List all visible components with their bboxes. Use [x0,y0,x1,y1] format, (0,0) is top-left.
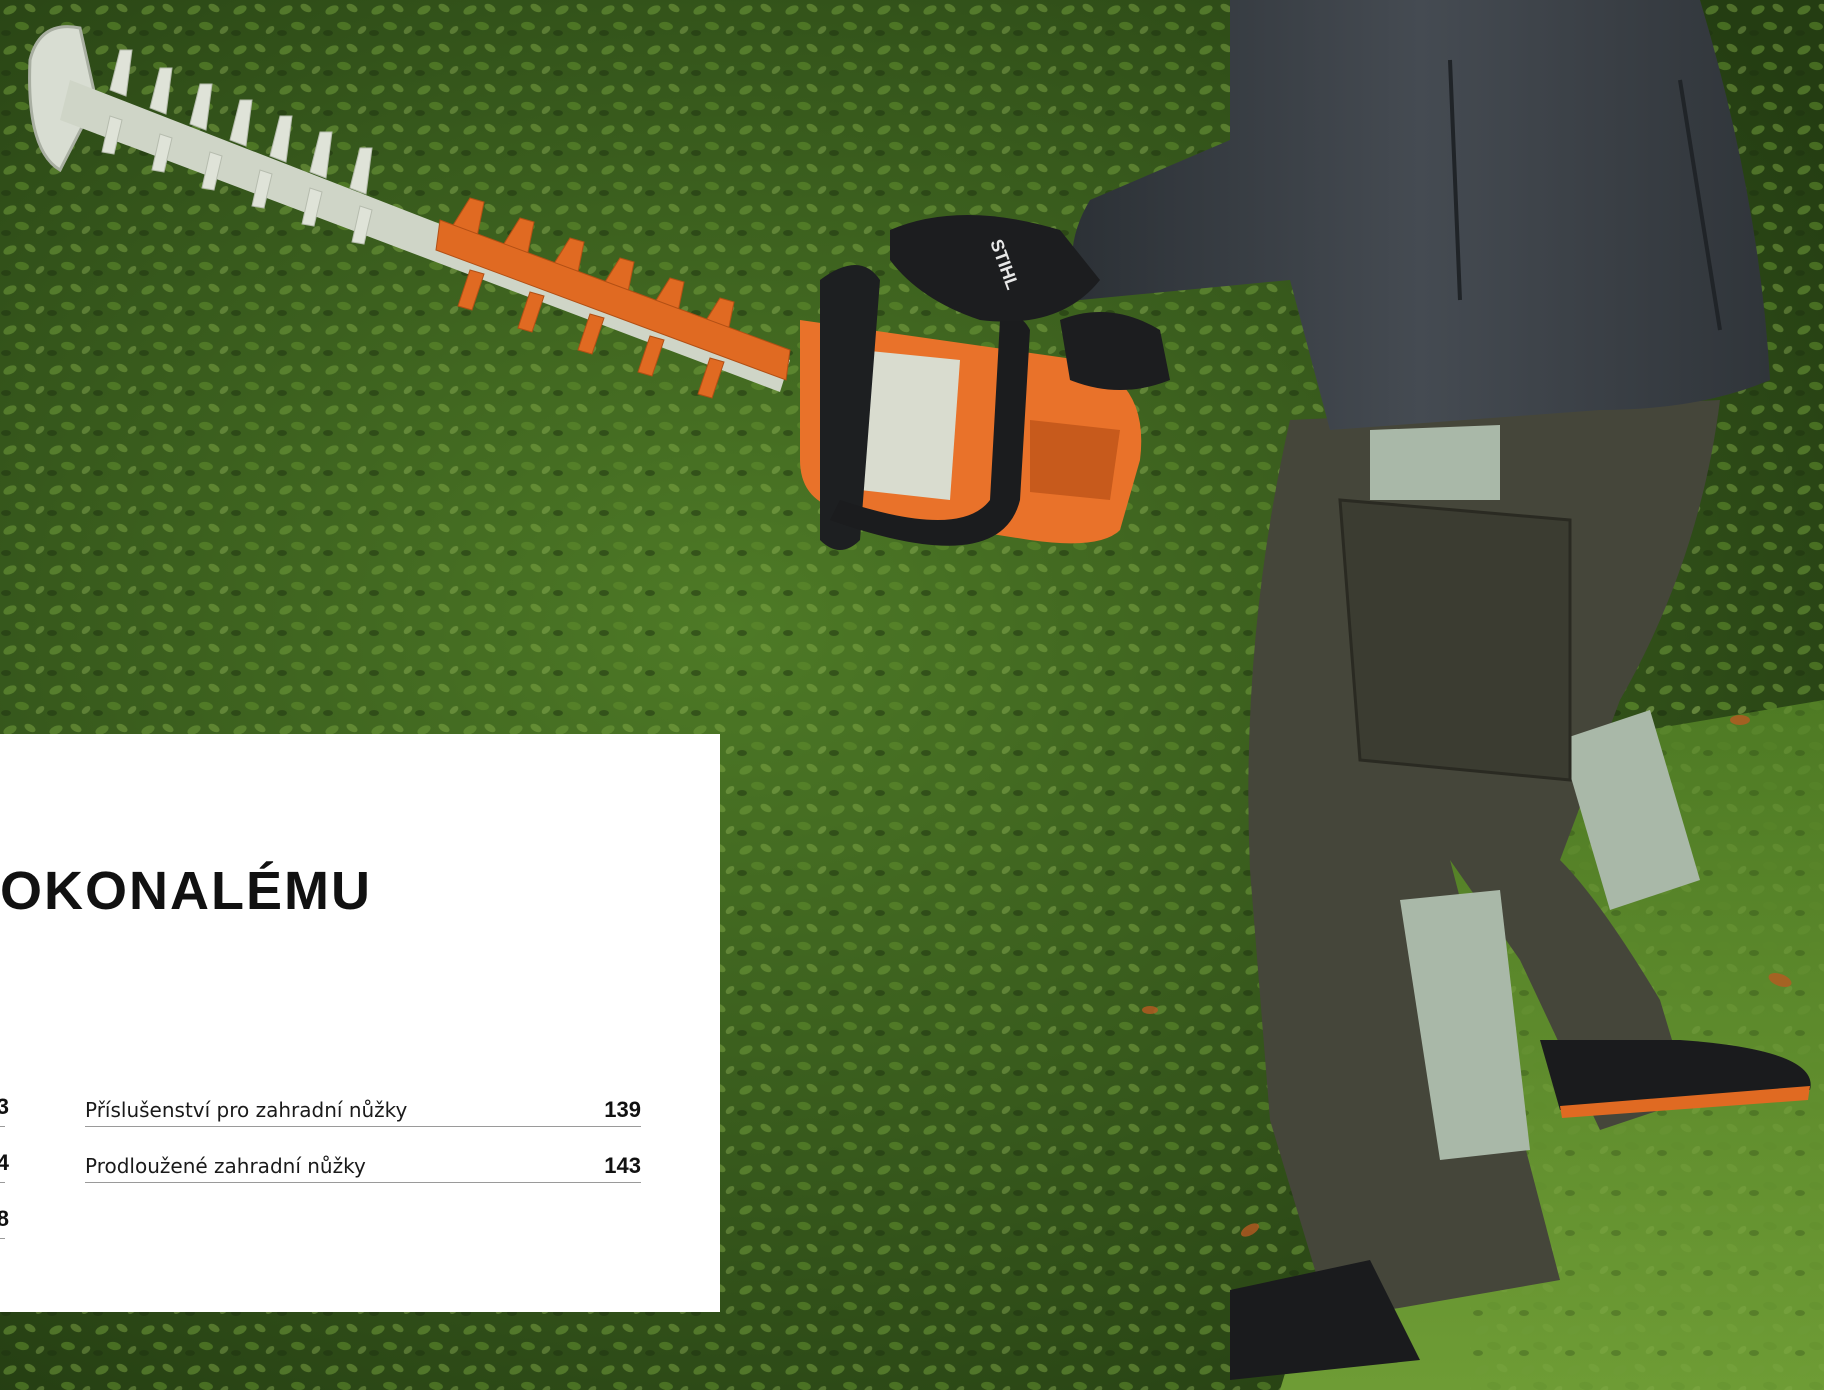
toc-entry-page: 143 [604,1153,641,1178]
toc-entry[interactable]: Prodloužené zahradní nůžky 143 [85,1152,641,1183]
toc-entry[interactable]: Příslušenství pro zahradní nůžky 139 [85,1096,641,1127]
toc-left-divider [0,1238,5,1239]
toc-left-page-number: 8 [0,1206,9,1231]
toc-left-page-number: 3 [0,1094,9,1119]
toc-entry-page: 139 [604,1097,641,1122]
toc-left-divider [0,1126,5,1127]
toc-left-page-number: 4 [0,1150,9,1175]
section-heading: OKONALÉMU [0,861,372,921]
table-of-contents-panel: OKONALÉMU 3 4 8 Příslušenství pro zahrad… [0,734,720,1312]
toc-entry-title: Prodloužené zahradní nůžky [85,1154,366,1178]
toc-left-divider [0,1182,5,1183]
toc-entry-title: Příslušenství pro zahradní nůžky [85,1098,408,1122]
